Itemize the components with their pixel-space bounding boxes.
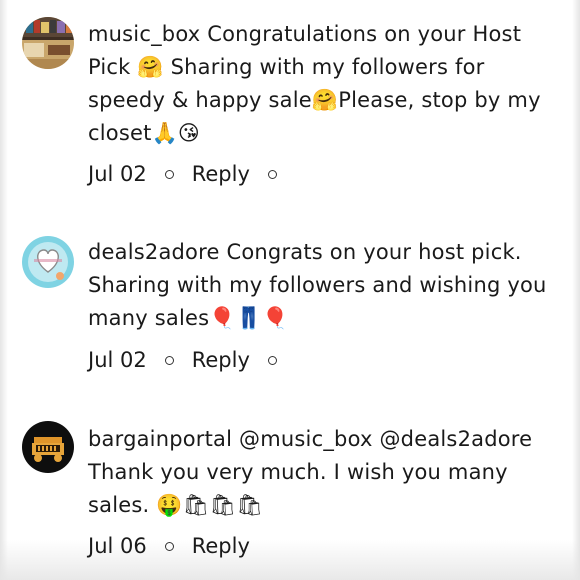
right-edge-shadow: [572, 0, 580, 580]
separator-dot: [164, 355, 174, 365]
avatar-image: [22, 421, 74, 473]
comment-text: bargainportal @music_box @deals2adore Th…: [88, 423, 558, 522]
comment-username[interactable]: music_box: [88, 22, 200, 46]
reply-button[interactable]: Reply: [192, 348, 250, 372]
avatar-music-box[interactable]: [22, 17, 74, 69]
separator-dot: [164, 169, 174, 179]
avatar-bargainportal[interactable]: [22, 421, 74, 473]
comment-date: Jul 06: [88, 534, 147, 558]
bottom-fade: [0, 540, 580, 580]
comment-date: Jul 02: [88, 348, 147, 372]
comment-meta: Jul 02 Reply: [88, 348, 295, 372]
comment-meta: Jul 02 Reply: [88, 162, 295, 186]
left-edge-shadow: [0, 0, 8, 580]
comment-text: deals2adore Congrats on your host pick. …: [88, 236, 558, 335]
separator-dot: [164, 541, 174, 551]
comment-meta: Jul 06 Reply: [88, 534, 250, 558]
comment-username[interactable]: bargainportal: [88, 427, 232, 451]
comment-username[interactable]: deals2adore: [88, 240, 220, 264]
reply-button[interactable]: Reply: [192, 534, 250, 558]
avatar-deals2adore[interactable]: [22, 236, 74, 288]
avatar-image: [22, 236, 74, 288]
comment-text: music_box Congratulations on your Host P…: [88, 18, 558, 150]
more-options-dot[interactable]: [267, 355, 277, 365]
comment-date: Jul 02: [88, 162, 147, 186]
more-options-dot[interactable]: [267, 169, 277, 179]
avatar-image: [22, 17, 74, 69]
reply-button[interactable]: Reply: [192, 162, 250, 186]
